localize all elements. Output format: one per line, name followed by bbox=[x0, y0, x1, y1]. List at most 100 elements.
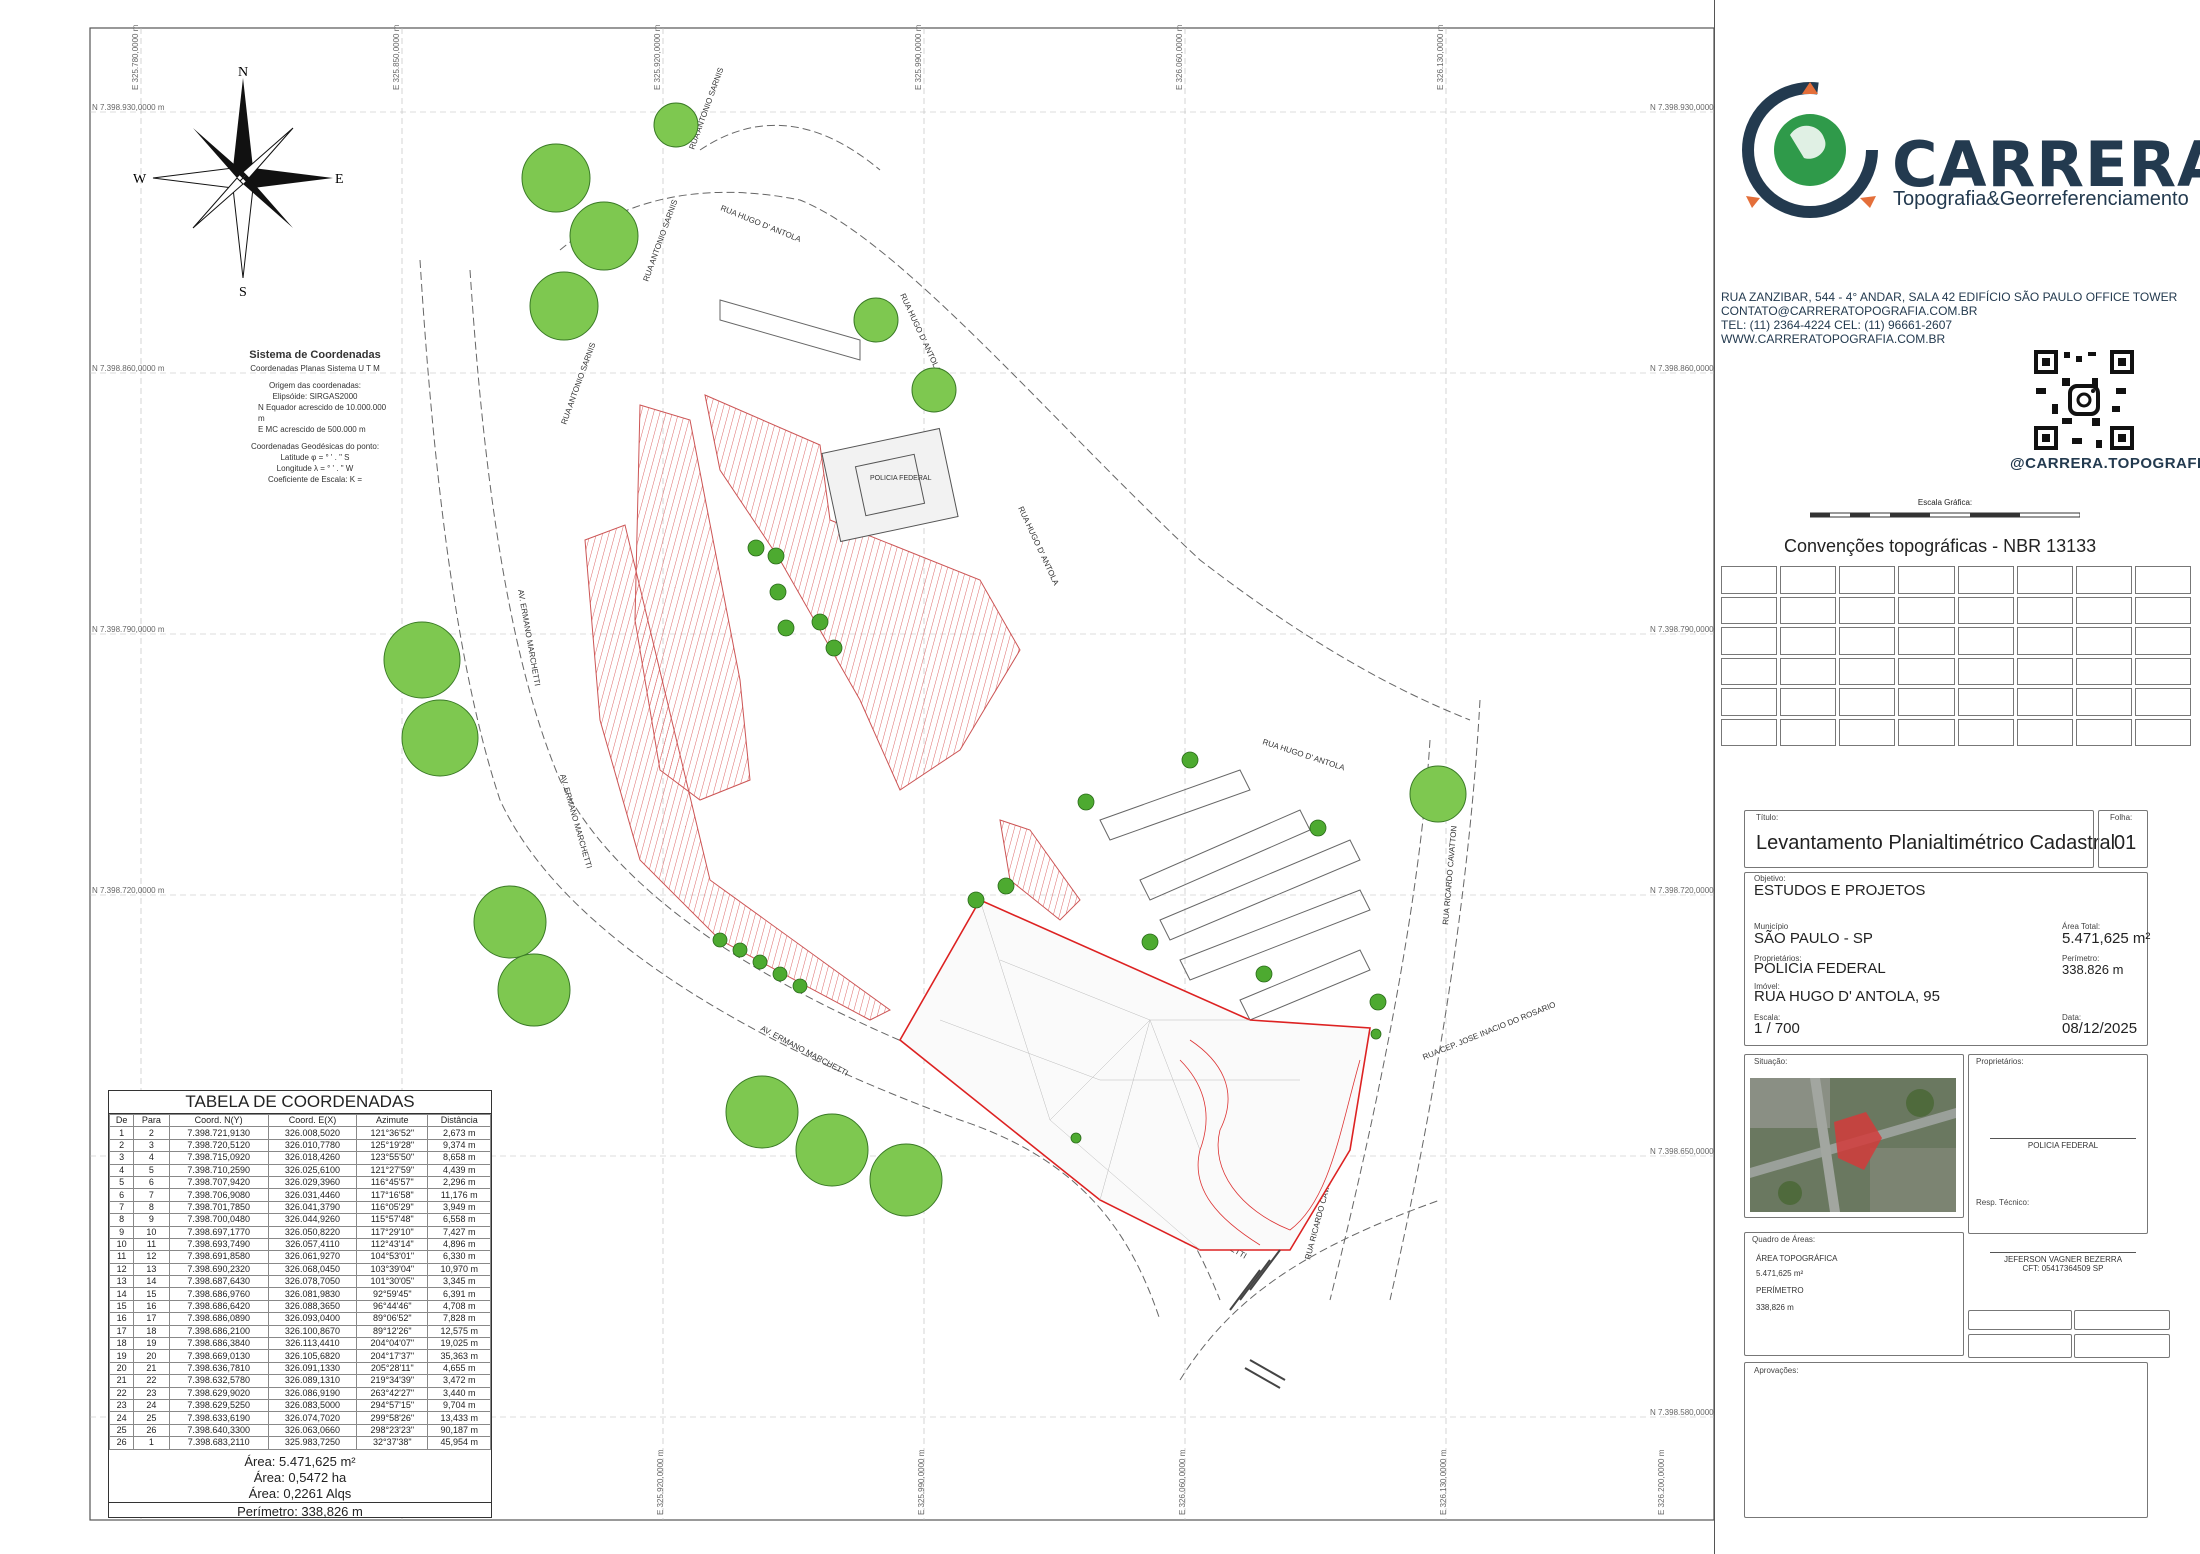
tech-signature-line bbox=[1990, 1252, 2136, 1253]
table-cell: 7.398.687,6430 bbox=[168, 1275, 269, 1289]
perim-value: 338,826 m bbox=[1756, 1303, 1794, 1312]
grid-e-label: E 326.130,0000 m bbox=[1439, 1449, 1448, 1515]
grid-e-label: E 326.060,0000 m bbox=[1178, 1449, 1187, 1515]
coord-origem: Origem das coordenadas: bbox=[268, 381, 362, 390]
table-cell: 204°04'07" bbox=[356, 1337, 429, 1351]
table-cell: 326.113,4410 bbox=[267, 1337, 358, 1351]
table-cell: 117°29'10" bbox=[356, 1225, 429, 1239]
convention-symbol-cell bbox=[1780, 627, 1837, 655]
table-cell: 7.398.721,9130 bbox=[168, 1126, 269, 1140]
convention-symbol-cell bbox=[2075, 596, 2132, 624]
table-cell: 298°23'23" bbox=[356, 1423, 429, 1438]
table-cell: 17 bbox=[108, 1324, 135, 1339]
convention-symbol-cell bbox=[1721, 596, 1778, 624]
area-topo-value: 5.471,625 m² bbox=[1756, 1269, 1804, 1278]
street-label-jose-inacio: RUA CEP. JOSE INACIO DO ROSARIO bbox=[1421, 1000, 1557, 1062]
conventions-title: Convenções topográficas - NBR 13133 bbox=[1784, 536, 2097, 556]
perimetro-value: 338.826 m bbox=[2062, 962, 2124, 977]
table-cell: 7.398.686,6420 bbox=[168, 1299, 269, 1314]
convention-symbol-cell bbox=[1957, 627, 2014, 655]
table-row: 22 23 7.398.629,9020 326.086,9190 263°42'27"… bbox=[108, 1386, 491, 1401]
blank-field bbox=[2074, 1310, 2170, 1330]
table-cell: 299°58'26" bbox=[356, 1411, 429, 1425]
table-cell: 89°06'52" bbox=[356, 1312, 429, 1326]
table-cell: 21 bbox=[108, 1374, 135, 1388]
convention-symbol-cell bbox=[1780, 596, 1837, 624]
titulo-label: Título: bbox=[1756, 813, 1779, 822]
table-cell: 96°44'46" bbox=[356, 1299, 429, 1314]
table-header-cell: Distância bbox=[427, 1113, 491, 1128]
table-cell: 13,433 m bbox=[427, 1411, 491, 1425]
table-row: 5 6 7.398.707,9420 326.029,3960 116°45'57" 2,… bbox=[108, 1175, 491, 1190]
convention-symbol-cell bbox=[1898, 566, 1955, 594]
table-row: 9 10 7.398.697,1770 326.050,8220 117°29'10" 7… bbox=[108, 1225, 491, 1239]
table-cell: 7.398.710,2590 bbox=[168, 1163, 269, 1177]
table-cell: 32°37'38" bbox=[356, 1436, 429, 1450]
grid-e-label: E 325.920,0000 m bbox=[656, 1449, 665, 1515]
table-cell: 7.398.633,6190 bbox=[168, 1411, 269, 1425]
table-cell: 5 bbox=[108, 1175, 135, 1190]
table-cell: 7.398.707,9420 bbox=[168, 1175, 269, 1190]
convention-symbol-cell bbox=[2075, 718, 2132, 746]
table-title: TABELA DE COORDENADAS bbox=[109, 1091, 491, 1114]
situacao-aerial-image bbox=[1750, 1078, 1956, 1212]
table-cell: 326.086,9190 bbox=[267, 1386, 358, 1401]
table-cell: 25 bbox=[108, 1423, 135, 1438]
table-cell: 326.044,9260 bbox=[267, 1213, 358, 1227]
imovel-value: RUA HUGO D' ANTOLA, 95 bbox=[1754, 988, 1940, 1005]
grid-n-label: N 7.398.930,0000 m bbox=[92, 103, 165, 112]
area-ha: Área: 0,5472 ha bbox=[253, 1469, 347, 1485]
table-cell: 326.089,1310 bbox=[267, 1374, 358, 1388]
table-cell: 7.398.669,0130 bbox=[168, 1349, 269, 1363]
table-cell: 12,575 m bbox=[427, 1324, 491, 1339]
table-cell: 3,440 m bbox=[427, 1386, 491, 1401]
convention-symbol-cell bbox=[2134, 627, 2191, 655]
table-cell: 7.398.683,2110 bbox=[168, 1436, 269, 1450]
convention-symbol-cell bbox=[2075, 566, 2132, 594]
grid-e-label: E 326.200,0000 m bbox=[1657, 1449, 1666, 1515]
table-cell: 7,427 m bbox=[427, 1225, 491, 1239]
convention-symbol-cell bbox=[2134, 688, 2191, 716]
prop-sig-name: POLICIA FEDERAL bbox=[2027, 1141, 2099, 1150]
table-row: 8 9 7.398.700,0480 326.044,9260 115°57'48" 6,… bbox=[108, 1213, 491, 1227]
area-alqs: Área: 0,2261 Alqs bbox=[248, 1485, 352, 1501]
contact-email[interactable]: CONTATO@CARRERATOPOGRAFIA.COM.BR bbox=[1721, 304, 2177, 318]
convention-symbol-cell bbox=[2075, 688, 2132, 716]
convention-symbol-cell bbox=[2016, 688, 2073, 716]
table-cell: 14 bbox=[108, 1287, 135, 1301]
table-row: 10 11 7.398.693,7490 326.057,4110 112°43'14"… bbox=[108, 1237, 491, 1252]
convention-symbol-cell bbox=[1898, 596, 1955, 624]
convention-symbol-cell bbox=[1898, 657, 1955, 685]
table-cell: 7.398.686,3840 bbox=[168, 1337, 269, 1351]
north-arrow-icon: N S E W bbox=[133, 65, 344, 300]
coordinates-table: TABELA DE COORDENADAS De Para Coord. N(Y) C… bbox=[108, 1090, 492, 1519]
table-cell: 7.398.715,0920 bbox=[168, 1151, 269, 1165]
table-cell: 7.398.706,9080 bbox=[168, 1188, 269, 1202]
table-cell: 326.018,4260 bbox=[267, 1151, 358, 1165]
situacao-label: Situação: bbox=[1754, 1057, 1788, 1066]
table-cell: 326.061,9270 bbox=[267, 1250, 358, 1264]
table-cell: 7.398.686,2100 bbox=[168, 1324, 269, 1339]
coord-n: N Equador acrescido de 10.000.000 m bbox=[258, 403, 387, 423]
table-cell: 13 bbox=[108, 1275, 135, 1289]
table-row: 1 2 7.398.721,9130 326.008,5020 121°36'52" 2,… bbox=[108, 1126, 491, 1140]
instagram-handle[interactable]: @CARRERA.TOPOGRAFIA bbox=[2010, 455, 2200, 472]
contact-website[interactable]: WWW.CARRERATOPOGRAFIA.COM.BR bbox=[1721, 332, 2177, 346]
table-row: 18 19 7.398.686,3840 326.113,4410 204°04'07"… bbox=[108, 1337, 491, 1351]
qr-code-icon[interactable] bbox=[2032, 348, 2136, 452]
table-cell: 4,896 m bbox=[427, 1237, 491, 1252]
perim-label: PERÍMETRO bbox=[1756, 1286, 1804, 1295]
table-cell: 6,391 m bbox=[427, 1287, 491, 1301]
convention-symbol-cell bbox=[2075, 627, 2132, 655]
table-cell: 204°17'37" bbox=[356, 1349, 429, 1363]
convention-symbol-cell bbox=[2016, 566, 2073, 594]
convention-symbol-cell bbox=[1898, 688, 1955, 716]
table-cell: 4 bbox=[133, 1151, 170, 1165]
table-cell: 3,949 m bbox=[427, 1200, 491, 1215]
convention-symbol-cell bbox=[2134, 657, 2191, 685]
table-cell: 7.398.629,5250 bbox=[168, 1398, 269, 1413]
table-row: 19 20 7.398.669,0130 326.105,6820 204°17'37"… bbox=[108, 1349, 491, 1363]
table-cell: 1 bbox=[108, 1126, 135, 1140]
table-cell: 7,828 m bbox=[427, 1312, 491, 1326]
table-cell: 326.025,6100 bbox=[267, 1163, 358, 1177]
